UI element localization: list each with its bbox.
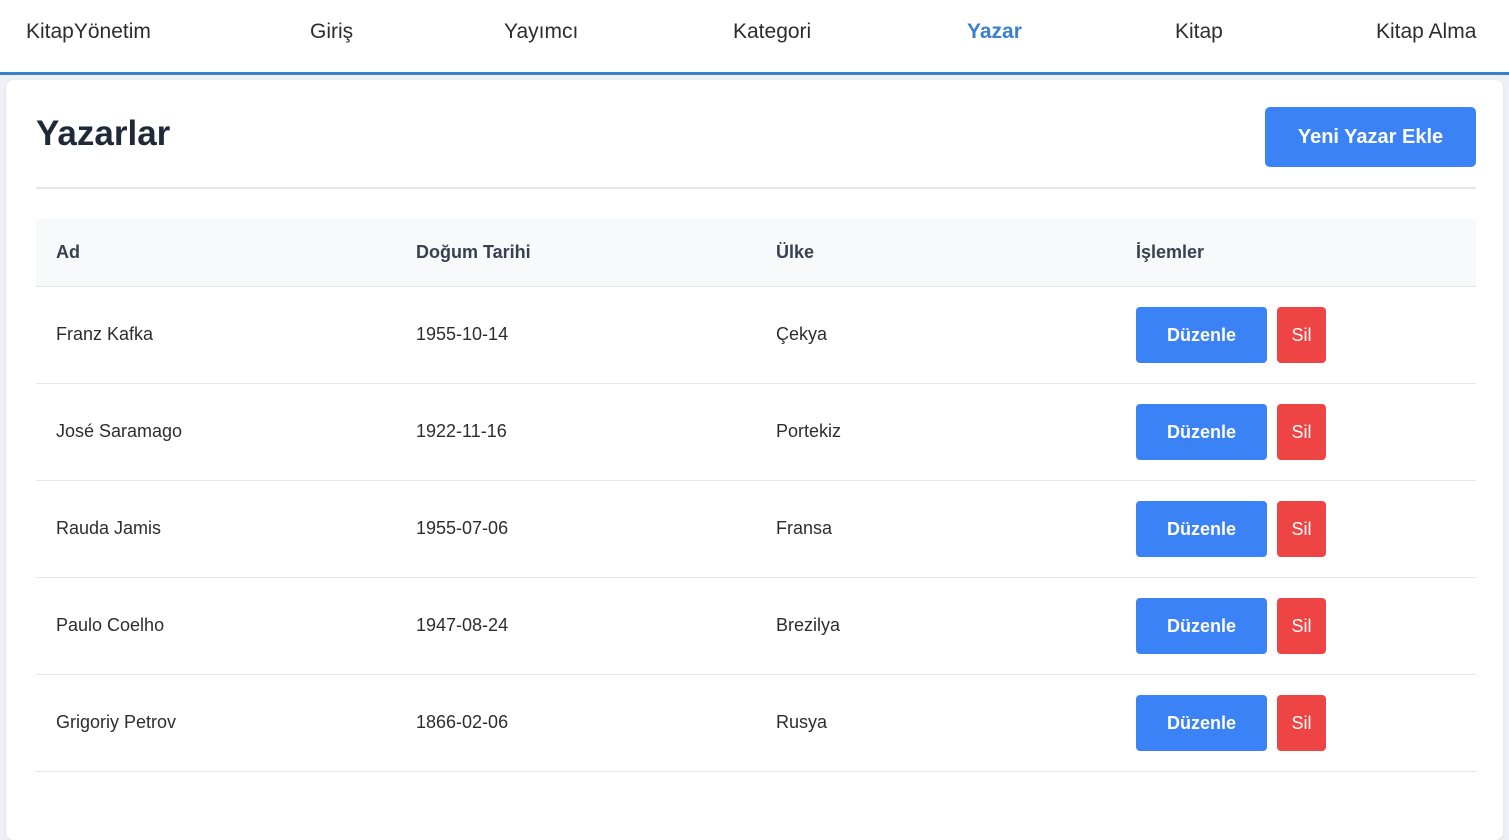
delete-button[interactable]: Sil [1277, 695, 1326, 751]
edit-button[interactable]: Düzenle [1136, 598, 1267, 654]
authors-card: Yazarlar Yeni Yazar Ekle Ad Doğum Tarihi… [6, 80, 1503, 840]
nav-item-kitap[interactable]: Kitap [1175, 20, 1223, 44]
delete-button[interactable]: Sil [1277, 307, 1326, 363]
author-name: José Saramago [56, 421, 183, 441]
column-header-country: Ülke [776, 242, 815, 262]
table-row: Franz Kafka 1955-10-14 Çekya Düzenle Sil [36, 287, 1476, 384]
edit-button[interactable]: Düzenle [1136, 404, 1267, 460]
author-name: Rauda Jamis [56, 518, 162, 538]
author-country: Brezilya [776, 615, 841, 635]
author-name: Franz Kafka [56, 324, 154, 344]
nav-item-giris[interactable]: Giriş [310, 20, 353, 44]
add-author-button[interactable]: Yeni Yazar Ekle [1265, 107, 1476, 167]
page-title: Yazarlar [36, 114, 171, 153]
table-row: Grigoriy Petrov 1866-02-06 Rusya Düzenle… [36, 675, 1476, 772]
author-name: Grigoriy Petrov [56, 712, 177, 732]
table-row: Paulo Coelho 1947-08-24 Brezilya Düzenle… [36, 578, 1476, 675]
brand-logo[interactable]: KitapYönetim [26, 20, 151, 44]
column-header-actions: İşlemler [1136, 242, 1205, 262]
column-header-birth-date: Doğum Tarihi [416, 242, 531, 262]
nav-item-kategori[interactable]: Kategori [733, 20, 811, 44]
nav-item-yazar[interactable]: Yazar [967, 20, 1022, 44]
authors-table: Ad Doğum Tarihi Ülke İşlemler Franz Kafk… [36, 219, 1476, 772]
author-birth-date: 1955-10-14 [416, 324, 509, 344]
table-row: Rauda Jamis 1955-07-06 Fransa Düzenle Si… [36, 481, 1476, 578]
nav-item-kitap-alma[interactable]: Kitap Alma [1376, 20, 1476, 44]
edit-button[interactable]: Düzenle [1136, 695, 1267, 751]
edit-button[interactable]: Düzenle [1136, 501, 1267, 557]
delete-button[interactable]: Sil [1277, 501, 1326, 557]
edit-button[interactable]: Düzenle [1136, 307, 1267, 363]
author-name: Paulo Coelho [56, 615, 165, 635]
author-country: Portekiz [776, 421, 842, 441]
table-header: Ad Doğum Tarihi Ülke İşlemler [36, 219, 1476, 287]
top-navbar: KitapYönetim Giriş Yayımcı Kategori Yaza… [0, 0, 1509, 75]
author-country: Rusya [776, 712, 828, 732]
author-birth-date: 1922-11-16 [416, 421, 507, 441]
author-country: Çekya [776, 324, 828, 344]
delete-button[interactable]: Sil [1277, 598, 1326, 654]
author-birth-date: 1947-08-24 [416, 615, 509, 635]
column-header-name: Ad [56, 242, 80, 262]
nav-item-yayimci[interactable]: Yayımcı [504, 20, 578, 44]
title-divider [36, 187, 1476, 189]
delete-button[interactable]: Sil [1277, 404, 1326, 460]
author-birth-date: 1955-07-06 [416, 518, 509, 538]
author-country: Fransa [776, 518, 833, 538]
author-birth-date: 1866-02-06 [416, 712, 509, 732]
table-row: José Saramago 1922-11-16 Portekiz Düzenl… [36, 384, 1476, 481]
